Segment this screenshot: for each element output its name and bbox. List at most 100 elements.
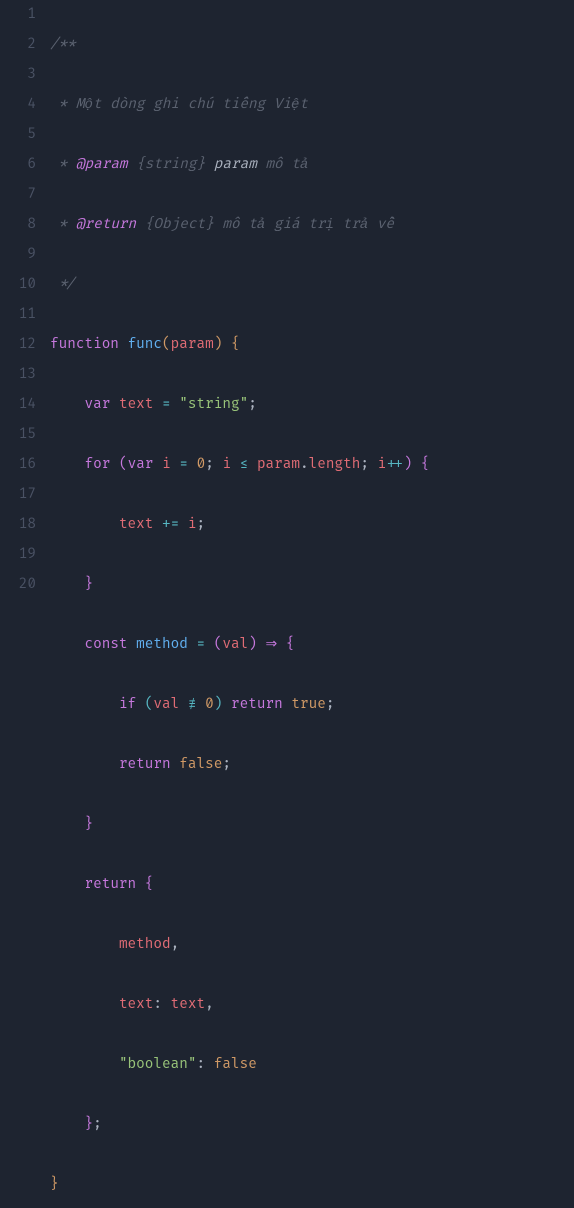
whitespace <box>50 576 84 593</box>
variable-token: i <box>222 456 231 473</box>
boolean-token: true <box>291 696 325 713</box>
variable-token: i <box>378 456 387 473</box>
keyword-token: var <box>128 456 154 473</box>
whitespace <box>412 456 421 473</box>
whitespace <box>248 456 257 473</box>
whitespace <box>231 456 240 473</box>
comment-token <box>205 156 214 173</box>
whitespace <box>171 756 180 773</box>
line-number: 4 <box>0 90 36 120</box>
keyword-token: return <box>119 756 171 773</box>
code-line[interactable]: } <box>50 570 574 600</box>
bracket-token: } <box>50 1176 59 1193</box>
line-number: 11 <box>0 300 36 330</box>
whitespace <box>257 636 266 653</box>
punctuation-token: . <box>300 456 309 473</box>
code-line[interactable]: * @return {Object} mô tả giá trị trả về <box>50 210 574 240</box>
variable-token: val <box>153 696 179 713</box>
comment-token: */ <box>50 276 76 293</box>
whitespace <box>50 696 119 713</box>
line-number: 16 <box>0 450 36 480</box>
code-line[interactable]: text += i; <box>50 510 574 540</box>
operator-token: ⇒ <box>265 636 277 653</box>
comment-token: * Một dòng ghi chú tiếng Việt <box>50 96 308 113</box>
whitespace <box>153 456 162 473</box>
whitespace <box>205 1056 214 1073</box>
code-line[interactable]: }; <box>50 1110 574 1140</box>
comment-token: mô tả giá trị trả về <box>214 216 394 233</box>
punctuation-token: , <box>171 936 180 953</box>
whitespace <box>50 1056 119 1073</box>
whitespace <box>197 696 206 713</box>
keyword-token: if <box>119 696 136 713</box>
function-name-token: func <box>128 336 162 353</box>
bracket-token: ( <box>162 336 171 353</box>
bracket-token: ) <box>403 456 412 473</box>
code-line[interactable]: method, <box>50 930 574 960</box>
code-line[interactable]: * Một dòng ghi chú tiếng Việt <box>50 90 574 120</box>
whitespace <box>179 516 188 533</box>
bracket-token: ) <box>214 696 223 713</box>
whitespace <box>136 696 145 713</box>
code-line[interactable]: var text = "string"; <box>50 390 574 420</box>
whitespace <box>188 456 197 473</box>
operator-token: = <box>162 396 171 413</box>
code-line[interactable]: return false; <box>50 750 574 780</box>
code-line[interactable]: for (var i = 0; i ≤ param.length; i++) { <box>50 450 574 480</box>
code-line[interactable]: /** <box>50 30 574 60</box>
operator-token: ≢ <box>188 696 197 713</box>
code-line[interactable]: } <box>50 810 574 840</box>
comment-token: /** <box>50 36 76 53</box>
comment-token <box>136 216 145 233</box>
variable-token: param <box>257 456 300 473</box>
operator-token: ++ <box>386 456 403 473</box>
code-line[interactable]: "boolean": false <box>50 1050 574 1080</box>
punctuation-token: , <box>205 996 214 1013</box>
whitespace <box>50 936 119 953</box>
punctuation-token: : <box>196 1056 205 1073</box>
whitespace <box>50 1116 84 1133</box>
code-line[interactable]: */ <box>50 270 574 300</box>
keyword-token: const <box>84 636 127 653</box>
whitespace <box>50 876 84 893</box>
variable-token: text <box>119 396 153 413</box>
code-line[interactable]: function func(param) { <box>50 330 574 360</box>
property-token: method <box>119 936 171 953</box>
line-number: 8 <box>0 210 36 240</box>
whitespace <box>50 516 119 533</box>
bracket-token: } <box>84 1116 93 1133</box>
whitespace <box>50 396 84 413</box>
line-number: 1 <box>0 0 36 30</box>
code-line[interactable]: const method = (val) ⇒ { <box>50 630 574 660</box>
code-line[interactable]: text: text, <box>50 990 574 1020</box>
punctuation-token: ; <box>222 756 231 773</box>
boolean-token: false <box>214 1056 257 1073</box>
operator-token: = <box>179 456 188 473</box>
punctuation-token: ; <box>360 456 369 473</box>
code-editor[interactable]: 1 2 3 4 5 6 7 8 9 10 11 12 13 14 15 16 1… <box>0 0 574 604</box>
whitespace <box>277 636 286 653</box>
jsdoc-param-token: param <box>214 156 257 173</box>
code-line[interactable]: * @param {string} param mô tả <box>50 150 574 180</box>
line-number: 6 <box>0 150 36 180</box>
code-line[interactable]: } <box>50 1170 574 1200</box>
variable-token: text <box>119 516 153 533</box>
code-content[interactable]: /** * Một dòng ghi chú tiếng Việt * @par… <box>50 0 574 604</box>
code-line[interactable]: if (val ≢ 0) return true; <box>50 690 574 720</box>
function-name-token: method <box>136 636 188 653</box>
keyword-token: for <box>84 456 110 473</box>
variable-token: i <box>162 456 171 473</box>
whitespace <box>153 516 162 533</box>
code-line[interactable]: return { <box>50 870 574 900</box>
whitespace <box>369 456 378 473</box>
keyword-token: function <box>50 336 119 353</box>
whitespace <box>110 456 119 473</box>
variable-token: i <box>188 516 197 533</box>
whitespace <box>110 396 119 413</box>
whitespace <box>222 336 231 353</box>
whitespace <box>179 696 188 713</box>
whitespace <box>50 456 84 473</box>
jsdoc-tag-token: @param <box>76 156 128 173</box>
comment-token <box>128 156 137 173</box>
keyword-token: return <box>84 876 136 893</box>
